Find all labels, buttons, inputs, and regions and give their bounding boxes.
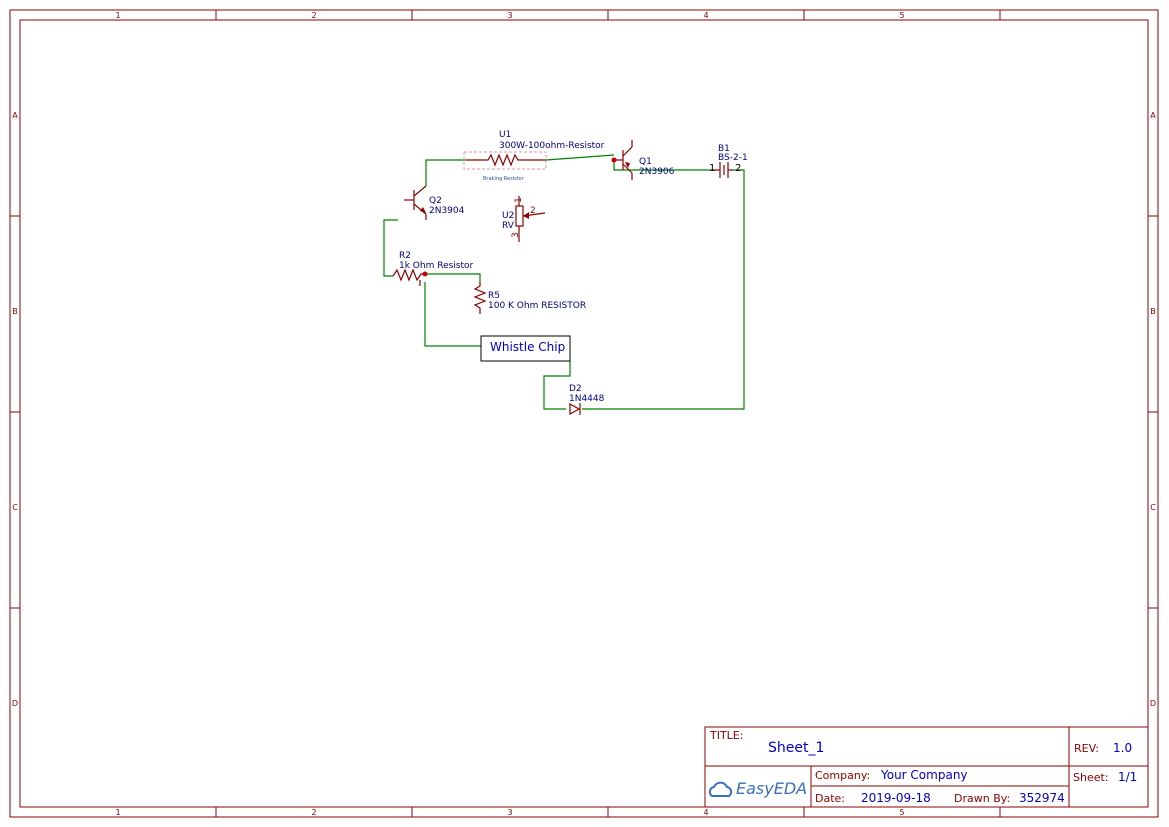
d2-diode[interactable]: D2 1N4448 bbox=[569, 384, 605, 416]
col-label-top-5: 5 bbox=[899, 11, 904, 20]
col-label-bottom-3: 3 bbox=[507, 808, 512, 817]
r5-value: 100 K Ohm RESISTOR bbox=[488, 301, 586, 311]
r5-resistor[interactable]: R5 100 K Ohm RESISTOR bbox=[473, 282, 586, 314]
row-label-right-a: A bbox=[1150, 111, 1156, 120]
col-label-bottom-5: 5 bbox=[899, 808, 904, 817]
q1-transistor[interactable]: Q1 2N3906 bbox=[611, 140, 675, 180]
u1-braking-resistor[interactable]: U1 300W-100ohm-Resistor Braking Resistor bbox=[463, 130, 605, 182]
wire-u1-q1 bbox=[545, 154, 615, 161]
row-label-right-b: B bbox=[1150, 307, 1156, 316]
sheet-title: Sheet_1 bbox=[768, 740, 824, 756]
row-label-left-c: C bbox=[12, 503, 18, 512]
r2-value: 1k Ohm Resistor bbox=[399, 261, 474, 271]
u2-value: RV bbox=[502, 221, 515, 231]
col-label-bottom-1: 1 bbox=[115, 808, 120, 817]
drawn-by-key: Drawn By: bbox=[954, 792, 1010, 805]
date-value: 2019-09-18 bbox=[861, 791, 931, 805]
q1-value: 2N3906 bbox=[639, 167, 675, 177]
sheet-key: Sheet: bbox=[1073, 771, 1109, 784]
q2-value: 2N3904 bbox=[429, 206, 465, 216]
row-label-left-d: D bbox=[12, 699, 18, 708]
easyeda-logo: EasyEDA bbox=[708, 779, 807, 798]
wire-r2-chip bbox=[424, 282, 481, 347]
col-label-bottom-2: 2 bbox=[311, 808, 316, 817]
rev-value: 1.0 bbox=[1113, 741, 1132, 755]
wire-b1-d2 bbox=[582, 169, 745, 410]
sheet-value: 1/1 bbox=[1118, 770, 1137, 784]
company-key: Company: bbox=[815, 769, 870, 782]
whistle-chip-label: Whistle Chip bbox=[490, 340, 565, 354]
col-label-top-3: 3 bbox=[507, 11, 512, 20]
title-block: TITLE: Sheet_1 REV: 1.0 Company: Your Co… bbox=[704, 726, 1149, 808]
u2-pin-2: 2 bbox=[530, 206, 536, 216]
col-label-bottom-4: 4 bbox=[703, 808, 708, 817]
col-label-top-4: 4 bbox=[703, 11, 708, 20]
row-label-left-b: B bbox=[12, 307, 18, 316]
d2-ref: D2 bbox=[569, 384, 582, 394]
u2-ref: U2 bbox=[502, 211, 514, 221]
r5-ref: R5 bbox=[488, 291, 500, 301]
b1-value: BS-2-1 bbox=[718, 153, 748, 163]
wire-r2-r5 bbox=[425, 273, 481, 282]
q1-ref: Q1 bbox=[639, 157, 652, 167]
r2-ref: R2 bbox=[399, 251, 411, 261]
wire-chip-d2 bbox=[543, 361, 571, 410]
b1-pin-2: 2 bbox=[735, 163, 741, 174]
b1-battery[interactable]: B1 BS-2-1 1 2 bbox=[709, 144, 748, 178]
company-value: Your Company bbox=[880, 768, 968, 782]
u1-ref: U1 bbox=[499, 130, 511, 140]
u2-potentiometer[interactable]: U2 RV 1 2 3 bbox=[502, 196, 546, 242]
drawn-by-value: 352974 bbox=[1019, 791, 1065, 805]
row-label-left-a: A bbox=[12, 111, 18, 120]
date-key: Date: bbox=[815, 792, 845, 805]
row-label-right-c: C bbox=[1150, 503, 1156, 512]
row-label-right-d: D bbox=[1150, 699, 1156, 708]
u1-value: 300W-100ohm-Resistor bbox=[499, 141, 605, 151]
r2-resistor[interactable]: R2 1k Ohm Resistor bbox=[392, 251, 474, 286]
rev-key: REV: bbox=[1074, 742, 1099, 755]
whistle-chip[interactable]: Whistle Chip bbox=[480, 335, 571, 362]
col-label-top-2: 2 bbox=[311, 11, 316, 20]
sheet-frame: 1 2 3 4 5 1 2 3 4 5 A B C D A B C D bbox=[9, 9, 1159, 818]
title-key: TITLE: bbox=[709, 729, 743, 742]
logo-text: EasyEDA bbox=[736, 779, 807, 798]
wires bbox=[383, 154, 745, 410]
wire-q2-r2 bbox=[383, 219, 398, 277]
u1-note: Braking Resistor bbox=[483, 176, 525, 182]
u2-pin-3: 3 bbox=[511, 232, 521, 238]
q2-transistor[interactable]: Q2 2N3904 bbox=[404, 185, 465, 220]
cloud-icon bbox=[708, 781, 733, 797]
col-label-top-1: 1 bbox=[115, 11, 120, 20]
d2-value: 1N4448 bbox=[569, 394, 605, 404]
wire-q2-u1 bbox=[425, 159, 466, 186]
q2-ref: Q2 bbox=[429, 196, 442, 206]
schematic-sheet: 1 2 3 4 5 1 2 3 4 5 A B C D A B C D U1 3… bbox=[9, 9, 1159, 818]
u2-pin-1: 1 bbox=[514, 197, 524, 203]
b1-pin-1: 1 bbox=[709, 163, 715, 174]
